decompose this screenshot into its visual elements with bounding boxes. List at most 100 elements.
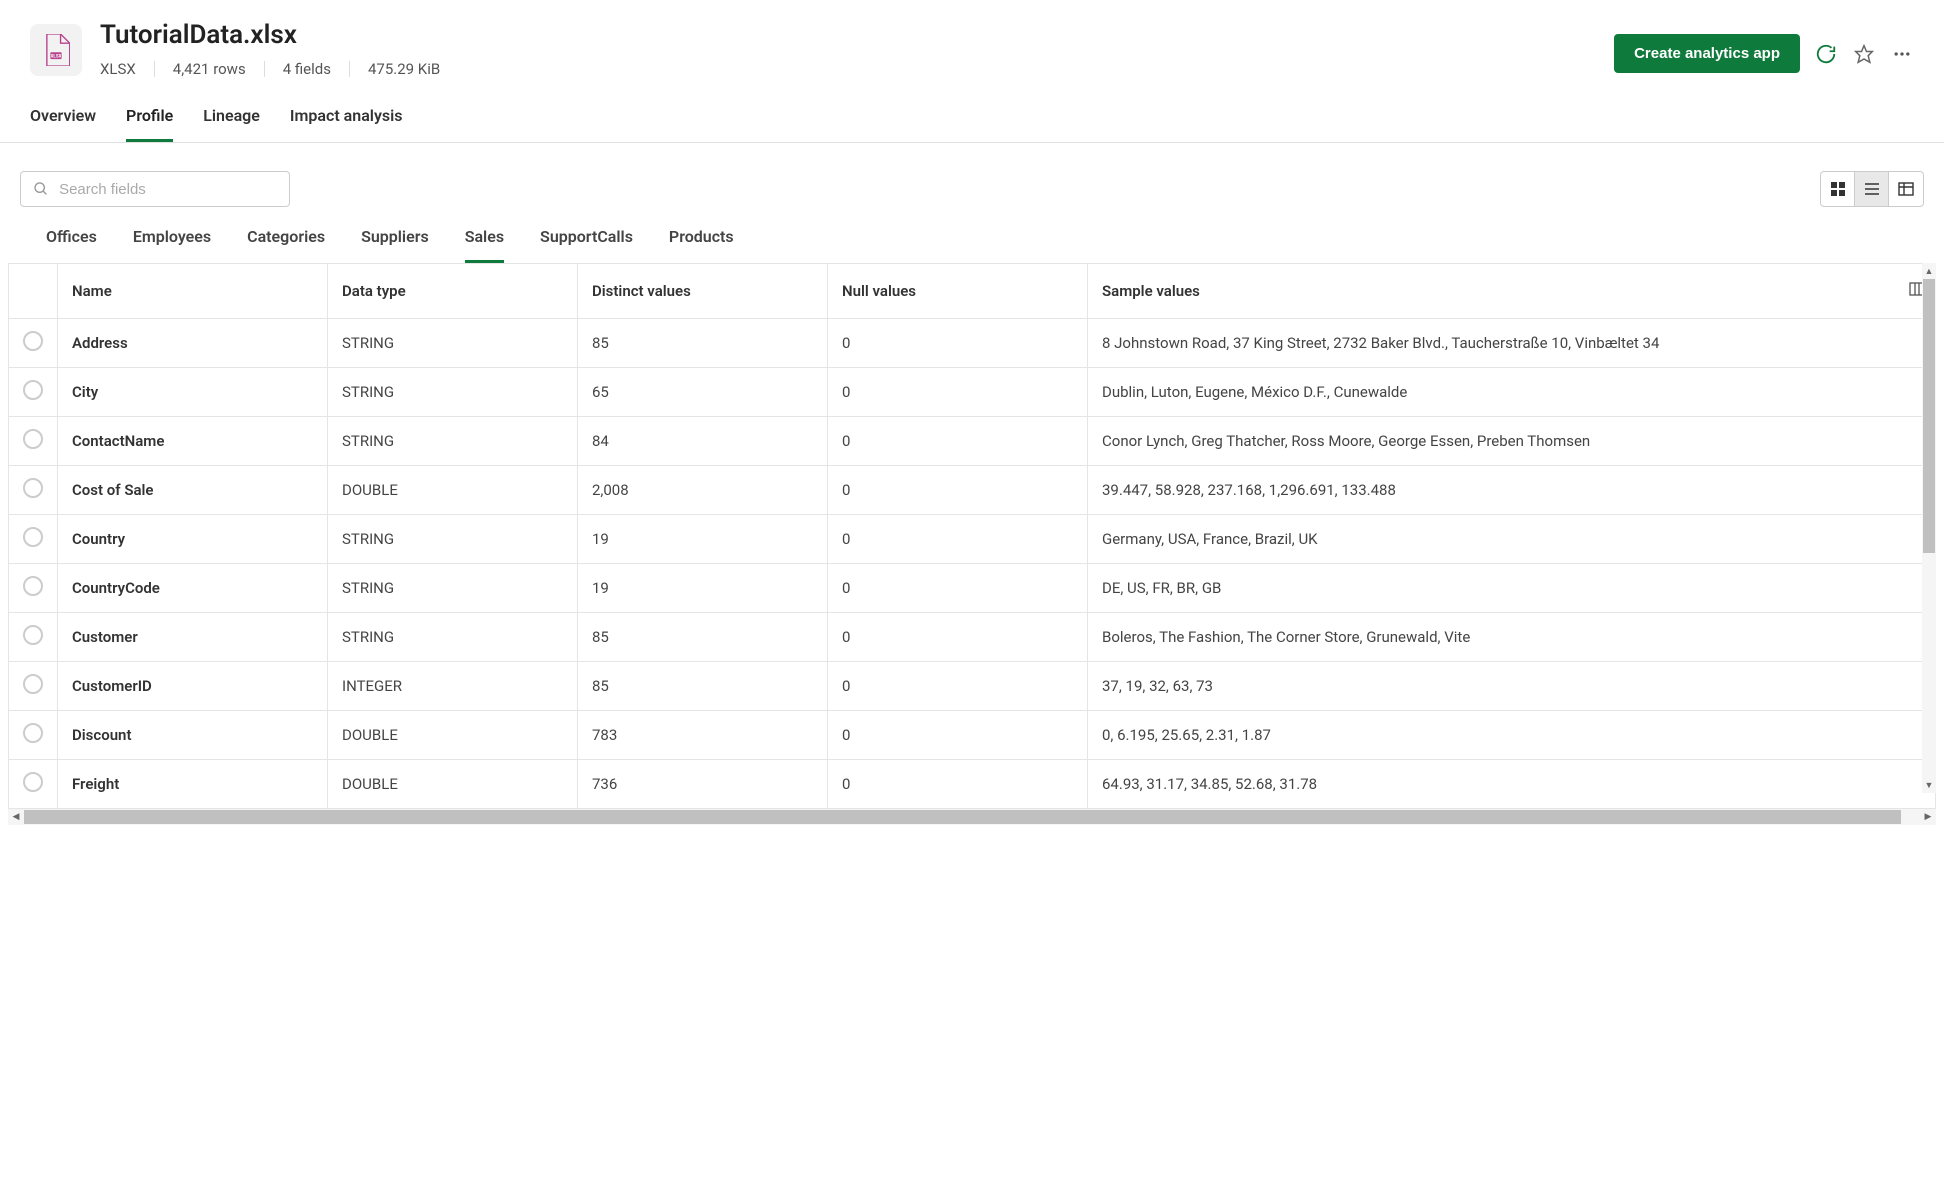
select-column-header xyxy=(9,264,58,319)
row-selector[interactable] xyxy=(9,515,58,564)
search-field[interactable] xyxy=(20,171,290,207)
field-sample: Dublin, Luton, Eugene, México D.F., Cune… xyxy=(1088,368,1936,417)
row-selector[interactable] xyxy=(9,368,58,417)
table-view-button[interactable] xyxy=(1889,172,1923,206)
row-selector[interactable] xyxy=(9,319,58,368)
radio-icon xyxy=(23,331,43,351)
radio-icon xyxy=(23,429,43,449)
column-header-null-values[interactable]: Null values xyxy=(828,264,1088,319)
search-icon xyxy=(33,180,49,198)
column-header-name[interactable]: Name xyxy=(58,264,328,319)
field-name: Customer xyxy=(58,613,328,662)
row-selector[interactable] xyxy=(9,564,58,613)
field-type: STRING xyxy=(328,368,578,417)
row-selector[interactable] xyxy=(9,662,58,711)
table-row[interactable]: AddressSTRING8508 Johnstown Road, 37 Kin… xyxy=(9,319,1936,368)
field-nulls: 0 xyxy=(828,662,1088,711)
field-nulls: 0 xyxy=(828,613,1088,662)
row-selector[interactable] xyxy=(9,760,58,809)
column-header-sample-values[interactable]: Sample values xyxy=(1088,264,1936,319)
grid-view-button[interactable] xyxy=(1821,172,1855,206)
sheet-tab-offices[interactable]: Offices xyxy=(46,227,97,263)
field-name: Discount xyxy=(58,711,328,760)
row-count: 4,421 rows xyxy=(173,60,246,78)
row-selector[interactable] xyxy=(9,711,58,760)
more-menu-icon[interactable] xyxy=(1890,42,1914,66)
field-type: STRING xyxy=(328,319,578,368)
table-row[interactable]: Cost of SaleDOUBLE2,008039.447, 58.928, … xyxy=(9,466,1936,515)
tab-profile[interactable]: Profile xyxy=(126,106,173,142)
table-row[interactable]: CountryCodeSTRING190DE, US, FR, BR, GB xyxy=(9,564,1936,613)
scroll-left-icon[interactable]: ◀ xyxy=(8,809,24,825)
refresh-icon[interactable] xyxy=(1814,42,1838,66)
favorite-icon[interactable] xyxy=(1852,42,1876,66)
field-sample: DE, US, FR, BR, GB xyxy=(1088,564,1936,613)
scroll-right-icon[interactable]: ▶ xyxy=(1920,809,1936,825)
sheet-tab-products[interactable]: Products xyxy=(669,227,734,263)
field-distinct: 84 xyxy=(578,417,828,466)
page-title: TutorialData.xlsx xyxy=(100,20,440,50)
sheet-tab-sales[interactable]: Sales xyxy=(465,227,504,263)
table-row[interactable]: CustomerSTRING850Boleros, The Fashion, T… xyxy=(9,613,1936,662)
radio-icon xyxy=(23,527,43,547)
table-row[interactable]: CountrySTRING190Germany, USA, France, Br… xyxy=(9,515,1936,564)
field-type: STRING xyxy=(328,515,578,564)
row-selector[interactable] xyxy=(9,466,58,515)
field-name: Cost of Sale xyxy=(58,466,328,515)
table-row[interactable]: ContactNameSTRING840Conor Lynch, Greg Th… xyxy=(9,417,1936,466)
field-type: STRING xyxy=(328,564,578,613)
tab-lineage[interactable]: Lineage xyxy=(203,106,260,142)
row-selector[interactable] xyxy=(9,613,58,662)
create-analytics-button[interactable]: Create analytics app xyxy=(1614,34,1800,73)
field-nulls: 0 xyxy=(828,564,1088,613)
field-distinct: 85 xyxy=(578,319,828,368)
search-input[interactable] xyxy=(59,181,277,198)
table-row[interactable]: DiscountDOUBLE78300, 6.195, 25.65, 2.31,… xyxy=(9,711,1936,760)
field-type: DOUBLE xyxy=(328,760,578,809)
sheet-tab-supportcalls[interactable]: SupportCalls xyxy=(540,227,633,263)
table-row[interactable]: CitySTRING650Dublin, Luton, Eugene, Méxi… xyxy=(9,368,1936,417)
tab-impact-analysis[interactable]: Impact analysis xyxy=(290,106,403,142)
sheet-tab-categories[interactable]: Categories xyxy=(247,227,325,263)
tab-overview[interactable]: Overview xyxy=(30,106,96,142)
radio-icon xyxy=(23,576,43,596)
field-name: CountryCode xyxy=(58,564,328,613)
field-sample: Germany, USA, France, Brazil, UK xyxy=(1088,515,1936,564)
radio-icon xyxy=(23,478,43,498)
field-sample: Conor Lynch, Greg Thatcher, Ross Moore, … xyxy=(1088,417,1936,466)
field-sample: 37, 19, 32, 63, 73 xyxy=(1088,662,1936,711)
field-sample: 64.93, 31.17, 34.85, 52.68, 31.78 xyxy=(1088,760,1936,809)
scroll-down-icon[interactable]: ▼ xyxy=(1922,777,1936,793)
field-type: INTEGER xyxy=(328,662,578,711)
table-row[interactable]: FreightDOUBLE736064.93, 31.17, 34.85, 52… xyxy=(9,760,1936,809)
field-nulls: 0 xyxy=(828,466,1088,515)
field-distinct: 85 xyxy=(578,662,828,711)
field-type: STRING xyxy=(328,613,578,662)
field-name: Freight xyxy=(58,760,328,809)
horizontal-scrollbar[interactable]: ◀ ▶ xyxy=(8,809,1936,825)
field-type: DOUBLE xyxy=(328,711,578,760)
field-type: STRING xyxy=(328,417,578,466)
sheet-tab-employees[interactable]: Employees xyxy=(133,227,211,263)
vertical-scrollbar[interactable]: ▲ ▼ xyxy=(1922,263,1936,793)
file-type-label: XLSX xyxy=(100,60,136,78)
field-nulls: 0 xyxy=(828,319,1088,368)
sheet-tab-suppliers[interactable]: Suppliers xyxy=(361,227,429,263)
list-view-button[interactable] xyxy=(1855,172,1889,206)
table-row[interactable]: CustomerIDINTEGER85037, 19, 32, 63, 73 xyxy=(9,662,1936,711)
column-header-data-type[interactable]: Data type xyxy=(328,264,578,319)
field-sample: 0, 6.195, 25.65, 2.31, 1.87 xyxy=(1088,711,1936,760)
radio-icon xyxy=(23,674,43,694)
radio-icon xyxy=(23,723,43,743)
field-distinct: 19 xyxy=(578,564,828,613)
scroll-up-icon[interactable]: ▲ xyxy=(1922,263,1936,279)
svg-text:XLSX: XLSX xyxy=(50,53,61,59)
field-nulls: 0 xyxy=(828,760,1088,809)
field-name: Address xyxy=(58,319,328,368)
field-name: CustomerID xyxy=(58,662,328,711)
field-distinct: 783 xyxy=(578,711,828,760)
field-sample: Boleros, The Fashion, The Corner Store, … xyxy=(1088,613,1936,662)
field-name: Country xyxy=(58,515,328,564)
row-selector[interactable] xyxy=(9,417,58,466)
column-header-distinct-values[interactable]: Distinct values xyxy=(578,264,828,319)
